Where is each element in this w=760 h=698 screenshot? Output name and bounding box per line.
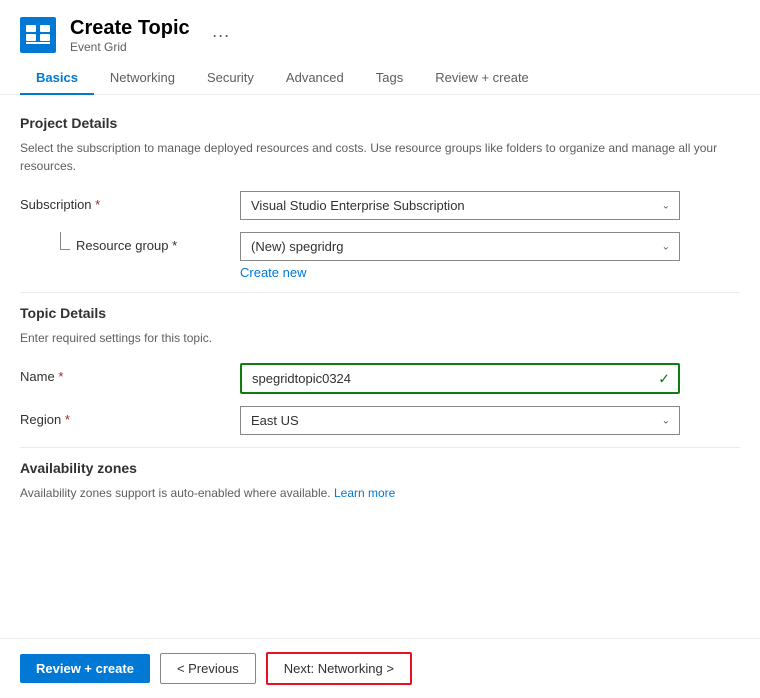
- subscription-field: Visual Studio Enterprise Subscription ⌄: [240, 191, 740, 220]
- region-dropdown-wrapper: East US ⌄: [240, 406, 680, 435]
- name-input-wrapper: ✓: [240, 363, 680, 394]
- main-content: Project Details Select the subscription …: [0, 95, 760, 603]
- footer: Review + create < Previous Next: Network…: [0, 638, 760, 698]
- topic-details-title: Topic Details: [20, 305, 740, 321]
- region-label: Region *: [20, 406, 240, 427]
- tab-bar: Basics Networking Security Advanced Tags…: [0, 62, 760, 95]
- region-select[interactable]: East US: [240, 406, 680, 435]
- subscription-label: Subscription *: [20, 191, 240, 212]
- tab-review-create[interactable]: Review + create: [419, 62, 545, 95]
- topic-details-description: Enter required settings for this topic.: [20, 329, 740, 347]
- tab-networking[interactable]: Networking: [94, 62, 191, 95]
- more-options-button[interactable]: ···: [212, 25, 230, 46]
- project-details-description: Select the subscription to manage deploy…: [20, 139, 740, 175]
- availability-description: Availability zones support is auto-enabl…: [20, 484, 740, 502]
- tab-advanced[interactable]: Advanced: [270, 62, 360, 95]
- resource-group-chevron-icon: ⌄: [662, 241, 670, 252]
- region-chevron-icon: ⌄: [662, 415, 670, 426]
- resource-group-label: Resource group *: [76, 232, 177, 253]
- section-divider-1: [20, 292, 740, 293]
- page-subtitle: Event Grid: [70, 40, 190, 54]
- page-header: Create Topic Event Grid ···: [0, 0, 760, 62]
- tab-tags[interactable]: Tags: [360, 62, 419, 95]
- event-grid-icon: [20, 17, 56, 53]
- page-title: Create Topic: [70, 16, 190, 40]
- name-valid-icon: ✓: [658, 370, 670, 387]
- resource-group-field: (New) spegridrg ⌄ Create new: [240, 232, 740, 280]
- subscription-select[interactable]: Visual Studio Enterprise Subscription: [240, 191, 680, 220]
- learn-more-link[interactable]: Learn more: [334, 486, 395, 500]
- header-text-group: Create Topic Event Grid: [70, 16, 190, 54]
- resource-group-indent: Resource group *: [20, 232, 240, 253]
- project-details-title: Project Details: [20, 115, 740, 131]
- section-divider-2: [20, 447, 740, 448]
- tab-basics[interactable]: Basics: [20, 62, 94, 95]
- name-label: Name *: [20, 363, 240, 384]
- name-field: ✓: [240, 363, 740, 394]
- subscription-row: Subscription * Visual Studio Enterprise …: [20, 191, 740, 220]
- resource-group-select[interactable]: (New) spegridrg: [240, 232, 680, 261]
- tab-security[interactable]: Security: [191, 62, 270, 95]
- name-input[interactable]: [240, 363, 680, 394]
- resource-group-row: Resource group * (New) spegridrg ⌄ Creat…: [20, 232, 740, 280]
- availability-title: Availability zones: [20, 460, 740, 476]
- region-field: East US ⌄: [240, 406, 740, 435]
- subscription-chevron-icon: ⌄: [662, 200, 670, 211]
- name-row: Name * ✓: [20, 363, 740, 394]
- next-networking-button[interactable]: Next: Networking >: [266, 652, 412, 685]
- resource-group-dropdown-wrapper: (New) spegridrg ⌄: [240, 232, 680, 261]
- create-new-link[interactable]: Create new: [240, 265, 306, 280]
- region-row: Region * East US ⌄: [20, 406, 740, 435]
- review-create-button[interactable]: Review + create: [20, 654, 150, 683]
- previous-button[interactable]: < Previous: [160, 653, 256, 684]
- subscription-dropdown-wrapper: Visual Studio Enterprise Subscription ⌄: [240, 191, 680, 220]
